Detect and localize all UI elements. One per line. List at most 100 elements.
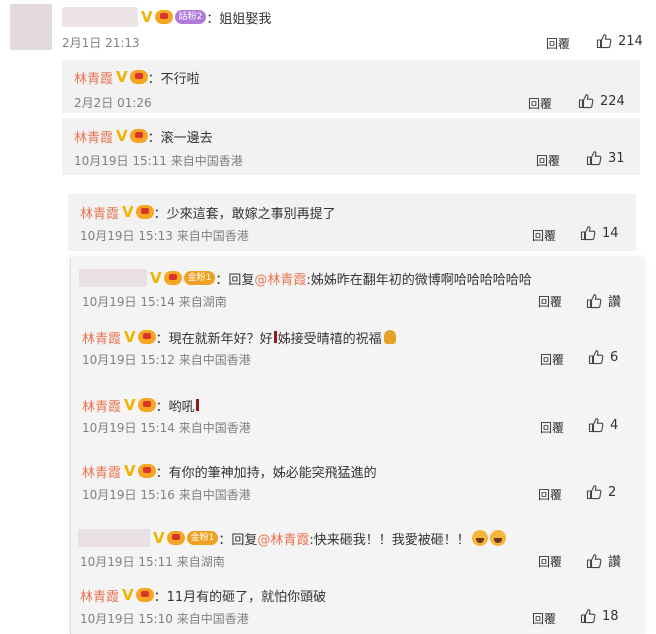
reply-button[interactable]: 回覆 xyxy=(528,95,552,112)
comment-time: 10月19日 15:13 来自中国香港 xyxy=(80,228,249,243)
comment-text: ：哟吼 xyxy=(155,399,195,415)
reply-c5: 林青霞 V ：現在就新年好？好 姊接受晴禧的祝福 10月19日 15:12 来自… xyxy=(70,322,644,374)
username[interactable]: 林青霞 xyxy=(82,328,121,347)
thumbs-up-icon xyxy=(580,225,596,241)
comment-time: 10月19日 15:14 来自中国香港 xyxy=(82,420,251,435)
nested-thread xyxy=(70,258,644,634)
verified-icon: V xyxy=(116,127,128,145)
reply-c4: V 金粉1 ：回复 @林青霞 :姊姊昨在翻年初的微博啊哈哈哈哈哈哈 10月19日… xyxy=(70,262,644,314)
like-button[interactable]: 214 xyxy=(596,33,643,49)
comment-time: 10月19日 15:10 来自中国香港 xyxy=(80,611,249,626)
reply-c6: 林青霞 V ：哟吼 10月19日 15:14 来自中国香港 回覆 4 xyxy=(70,390,644,442)
like-count: 14 xyxy=(602,225,619,241)
comment-text: ：滚一邊去 xyxy=(147,130,213,146)
reply-button[interactable]: 回覆 xyxy=(540,419,564,436)
reply-button[interactable]: 回覆 xyxy=(532,227,556,244)
like-button[interactable]: 6 xyxy=(588,349,618,365)
reply-prefix: ：回复 xyxy=(218,532,258,548)
comment-time: 2月2日 01:26 xyxy=(74,95,152,110)
like-count: 214 xyxy=(618,33,643,49)
reply-button[interactable]: 回覆 xyxy=(532,610,556,627)
pray-icon xyxy=(383,330,396,344)
laugh-emoji-icon-2 xyxy=(489,530,506,546)
verified-icon: V xyxy=(153,529,165,547)
crown-icon xyxy=(135,205,154,219)
thumbs-up-icon xyxy=(596,33,612,49)
like-button[interactable]: 讚 xyxy=(586,291,621,310)
comment-text: ：現在就新年好？好 xyxy=(155,331,273,347)
like-count: 6 xyxy=(610,349,619,365)
reply-block-1: 林青霞 V ：不行啦 2月2日 01:26 回覆 224 xyxy=(62,60,640,113)
like-button[interactable]: 31 xyxy=(586,150,625,166)
mark-icon xyxy=(195,399,199,411)
comment-text: ：11月有的砸了，就怕你頭破 xyxy=(153,589,327,605)
username[interactable]: 林青霞 xyxy=(82,462,121,481)
comment-text: :姊姊昨在翻年初的微博啊哈哈哈哈哈哈 xyxy=(306,272,532,288)
like-button[interactable]: 224 xyxy=(578,93,625,109)
comment-time: 10月19日 15:14 来自湖南 xyxy=(82,294,227,309)
thumbs-up-icon xyxy=(588,349,604,365)
thumbs-up-icon xyxy=(588,417,604,433)
username-blurred[interactable] xyxy=(79,269,147,287)
thumbs-up-icon xyxy=(586,484,602,500)
comment-text: ：姐姐娶我 xyxy=(206,11,272,27)
crown-icon xyxy=(137,464,156,478)
fan-badge: 金粉1 xyxy=(183,271,216,285)
like-button[interactable]: 4 xyxy=(588,417,618,433)
reply-c9: 林青霞 V ：11月有的砸了，就怕你頭破 10月19日 15:10 来自中国香港… xyxy=(70,582,644,634)
comment-time: 10月19日 15:16 来自中国香港 xyxy=(82,487,251,502)
username-blurred[interactable] xyxy=(62,7,138,27)
verified-icon: V xyxy=(124,462,136,480)
reply-button[interactable]: 回覆 xyxy=(538,293,562,310)
crown-icon xyxy=(129,129,148,143)
verified-icon: V xyxy=(122,586,134,604)
verified-icon: V xyxy=(122,203,134,221)
comment-time: 10月19日 15:11 来自中国香港 xyxy=(74,153,243,168)
comment-time: 10月19日 15:11 来自湖南 xyxy=(80,554,225,569)
mention-link[interactable]: @林青霞 xyxy=(257,529,309,548)
comment-time: 2月1日 21:13 xyxy=(62,35,140,50)
comment-text-2: 姊接受晴禧的祝福 xyxy=(277,331,382,347)
username[interactable]: 林青霞 xyxy=(74,127,113,146)
username[interactable]: 林青霞 xyxy=(74,68,113,87)
like-button[interactable]: 讚 xyxy=(586,551,621,570)
fan-badge: 話粉2 xyxy=(174,10,207,24)
verified-icon: V xyxy=(141,8,153,26)
like-label: 讚 xyxy=(608,555,622,570)
crown-icon xyxy=(154,10,173,24)
crown-icon xyxy=(135,588,154,602)
reply-button[interactable]: 回覆 xyxy=(538,553,562,570)
like-button[interactable]: 18 xyxy=(580,608,619,624)
mention-link[interactable]: @林青霞 xyxy=(254,269,306,288)
thumbs-up-icon xyxy=(580,608,596,624)
like-button[interactable]: 2 xyxy=(586,484,616,500)
reply-button[interactable]: 回覆 xyxy=(538,486,562,503)
username[interactable]: 林青霞 xyxy=(82,396,121,415)
crown-icon xyxy=(129,70,148,84)
verified-icon: V xyxy=(116,68,128,86)
username-blurred[interactable] xyxy=(78,529,150,547)
thumbs-up-icon xyxy=(586,150,602,166)
thumbs-up-icon xyxy=(586,293,602,309)
like-button[interactable]: 14 xyxy=(580,225,619,241)
thumbs-up-icon xyxy=(578,93,594,109)
reply-block-2: 林青霞 V ：滚一邊去 10月19日 15:11 来自中国香港 回覆 31 xyxy=(62,118,640,175)
avatar[interactable] xyxy=(10,4,52,50)
verified-icon: V xyxy=(124,396,136,414)
like-count: 224 xyxy=(600,93,625,109)
reply-c8: V 金粉1 ：回复 @林青霞 :快来砸我！！我愛被砸！！ 10月19日 15:1… xyxy=(70,524,644,576)
verified-icon: V xyxy=(124,328,136,346)
like-label: 讚 xyxy=(608,295,622,310)
fan-badge: 金粉1 xyxy=(186,531,219,545)
username[interactable]: 林青霞 xyxy=(80,203,119,222)
comment-text: ：不行啦 xyxy=(147,71,200,87)
reply-button[interactable]: 回覆 xyxy=(540,351,564,368)
like-count: 31 xyxy=(608,150,625,166)
mark-icon xyxy=(273,331,277,343)
like-count: 18 xyxy=(602,608,619,624)
reply-button[interactable]: 回覆 xyxy=(536,152,560,169)
thumbs-up-icon xyxy=(586,553,602,569)
username[interactable]: 林青霞 xyxy=(80,586,119,605)
reply-prefix: ：回复 xyxy=(215,272,255,288)
reply-button[interactable]: 回覆 xyxy=(546,35,570,52)
